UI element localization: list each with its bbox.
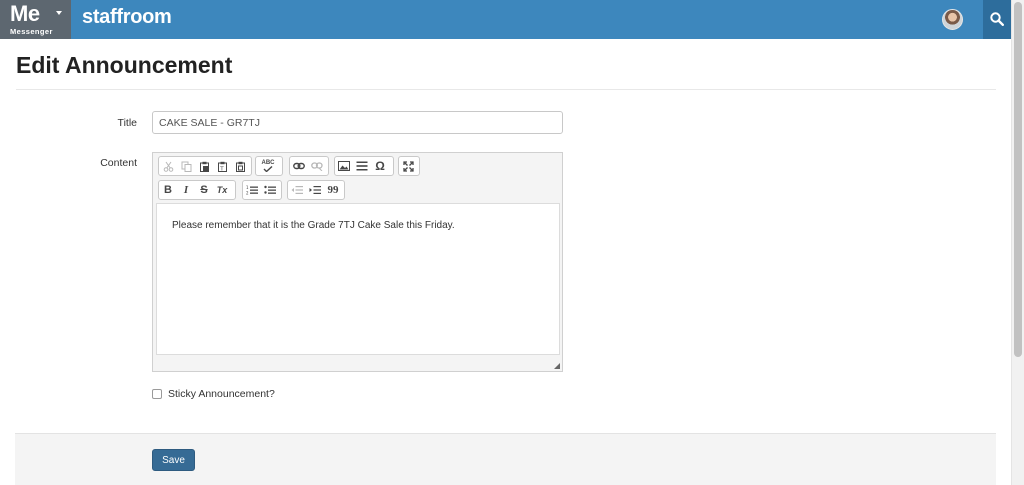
image-icon[interactable] [335,157,353,175]
resize-grip-icon[interactable] [554,363,560,369]
spellcheck-button[interactable]: ABC [256,157,280,175]
bulleted-list-icon[interactable] [261,181,279,199]
app-name: Me [10,1,40,26]
chevron-down-icon [56,11,62,15]
check-icon [263,166,273,172]
search-icon [990,12,1004,26]
svg-text:2: 2 [246,191,249,196]
maximize-group [398,156,420,176]
title-input[interactable] [152,111,563,134]
indent-group: 99 [287,180,345,200]
blockquote-button[interactable]: 99 [324,181,342,199]
sticky-checkbox-label[interactable]: Sticky Announcement? [168,388,275,400]
indent-icon[interactable] [306,181,324,199]
heading-divider [16,89,996,90]
bold-button[interactable]: B [159,181,177,199]
insert-group: Ω [334,156,394,176]
sticky-checkbox[interactable] [152,389,162,399]
form-actions-bar: Save [15,433,996,485]
user-avatar[interactable] [942,9,963,30]
link-icon[interactable] [290,157,308,175]
italic-button[interactable]: I [177,181,195,199]
editor-content-area[interactable]: Please remember that it is the Grade 7TJ… [156,203,560,355]
search-button[interactable] [983,0,1011,39]
spellcheck-group: ABC [255,156,283,176]
cut-icon[interactable] [159,157,177,175]
top-navigation-bar: Me Messenger staffroom [0,0,1011,39]
clipboard-group: T [158,156,252,176]
brand-logo[interactable]: staffroom [82,6,172,29]
unlink-icon[interactable] [308,157,326,175]
app-subtitle: Messenger [10,27,53,36]
svg-text:1: 1 [246,185,249,190]
title-label: Title [117,117,137,129]
list-group: 12 [242,180,282,200]
copy-icon[interactable] [177,157,195,175]
paste-icon[interactable] [195,157,213,175]
scrollbar-thumb[interactable] [1014,2,1022,357]
save-button[interactable]: Save [152,449,195,471]
numbered-list-icon[interactable]: 12 [243,181,261,199]
paste-word-icon[interactable] [231,157,249,175]
app-switcher-button[interactable]: Me Messenger [0,0,71,39]
outdent-icon[interactable] [288,181,306,199]
horizontal-rule-icon[interactable] [353,157,371,175]
svg-text:T: T [219,166,224,172]
strikethrough-button[interactable]: S [195,181,213,199]
special-char-icon[interactable]: Ω [371,157,389,175]
formatting-group: B I S Tx [158,180,236,200]
page-scrollbar[interactable] [1011,0,1024,485]
rich-text-editor: T ABC Ω B I S Tx 1 2 99 Please remember … [152,152,563,372]
page-title: Edit Announcement [16,52,233,78]
link-group [289,156,329,176]
paste-text-icon[interactable]: T [213,157,231,175]
maximize-icon[interactable] [399,157,417,175]
content-label: Content [100,157,137,169]
editor-paragraph: Please remember that it is the Grade 7TJ… [172,220,455,231]
remove-format-button[interactable]: Tx [213,181,231,199]
